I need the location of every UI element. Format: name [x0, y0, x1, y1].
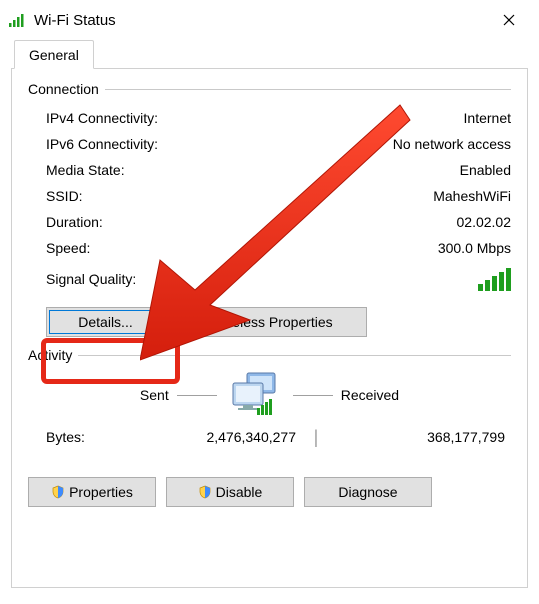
ipv6-value: No network access — [393, 136, 511, 152]
ipv6-label: IPv6 Connectivity: — [46, 136, 393, 152]
diagnose-button-label: Diagnose — [338, 484, 397, 500]
close-icon — [503, 14, 515, 26]
diagnose-button[interactable]: Diagnose — [304, 477, 432, 507]
ssid-label: SSID: — [46, 188, 433, 204]
bytes-divider: | — [296, 427, 336, 448]
ipv4-label: IPv4 Connectivity: — [46, 110, 464, 126]
details-button-label: Details... — [78, 314, 132, 330]
shield-icon — [51, 485, 65, 499]
wireless-properties-button[interactable]: Wireless Properties — [177, 307, 367, 337]
window-title: Wi-Fi Status — [34, 12, 486, 29]
row-ipv4: IPv4 Connectivity: Internet — [28, 105, 511, 131]
divider — [177, 395, 217, 396]
network-monitors-icon — [225, 371, 285, 419]
row-ssid: SSID: MaheshWiFi — [28, 183, 511, 209]
duration-value: 02.02.02 — [457, 214, 512, 230]
divider — [78, 355, 511, 356]
duration-label: Duration: — [46, 214, 457, 230]
tab-general-label: General — [29, 47, 79, 63]
sent-label: Sent — [140, 387, 169, 403]
row-media: Media State: Enabled — [28, 157, 511, 183]
signal-bars-icon — [478, 268, 511, 291]
properties-button-label: Properties — [69, 484, 133, 500]
row-signal-quality: Signal Quality: — [28, 263, 511, 295]
shield-icon — [198, 485, 212, 499]
details-button[interactable]: Details... — [46, 307, 165, 337]
media-value: Enabled — [460, 162, 511, 178]
ssid-value: MaheshWiFi — [433, 188, 511, 204]
signal-quality-label: Signal Quality: — [46, 271, 478, 287]
speed-label: Speed: — [46, 240, 438, 256]
tab-panel: Connection IPv4 Connectivity: Internet I… — [11, 69, 528, 588]
row-ipv6: IPv6 Connectivity: No network access — [28, 131, 511, 157]
tab-general[interactable]: General — [14, 40, 94, 69]
wireless-properties-label: Wireless Properties — [211, 314, 332, 330]
tab-strip: General — [11, 40, 528, 69]
group-connection: Connection IPv4 Connectivity: Internet I… — [28, 81, 511, 337]
group-connection-title: Connection — [28, 81, 99, 97]
speed-value: 300.0 Mbps — [438, 240, 511, 256]
close-button[interactable] — [486, 5, 531, 35]
ipv4-value: Internet — [464, 110, 511, 126]
row-bytes: Bytes: 2,476,340,277 | 368,177,799 — [28, 423, 511, 451]
group-activity: Activity Sent — [28, 347, 511, 451]
media-label: Media State: — [46, 162, 460, 178]
divider — [293, 395, 333, 396]
bottom-button-row: Properties Disable Diagnose — [28, 477, 511, 507]
titlebar: Wi-Fi Status — [0, 0, 539, 40]
bytes-sent-value: 2,476,340,277 — [126, 429, 296, 445]
disable-button[interactable]: Disable — [166, 477, 294, 507]
received-label: Received — [341, 387, 399, 403]
bytes-received-value: 368,177,799 — [336, 429, 511, 445]
properties-button[interactable]: Properties — [28, 477, 156, 507]
activity-diagram: Sent — [28, 371, 511, 419]
group-activity-title: Activity — [28, 347, 72, 363]
bytes-label: Bytes: — [46, 429, 126, 445]
row-duration: Duration: 02.02.02 — [28, 209, 511, 235]
row-speed: Speed: 300.0 Mbps — [28, 235, 511, 261]
disable-button-label: Disable — [216, 484, 263, 500]
wifi-signal-icon — [8, 10, 28, 30]
divider — [105, 89, 511, 90]
